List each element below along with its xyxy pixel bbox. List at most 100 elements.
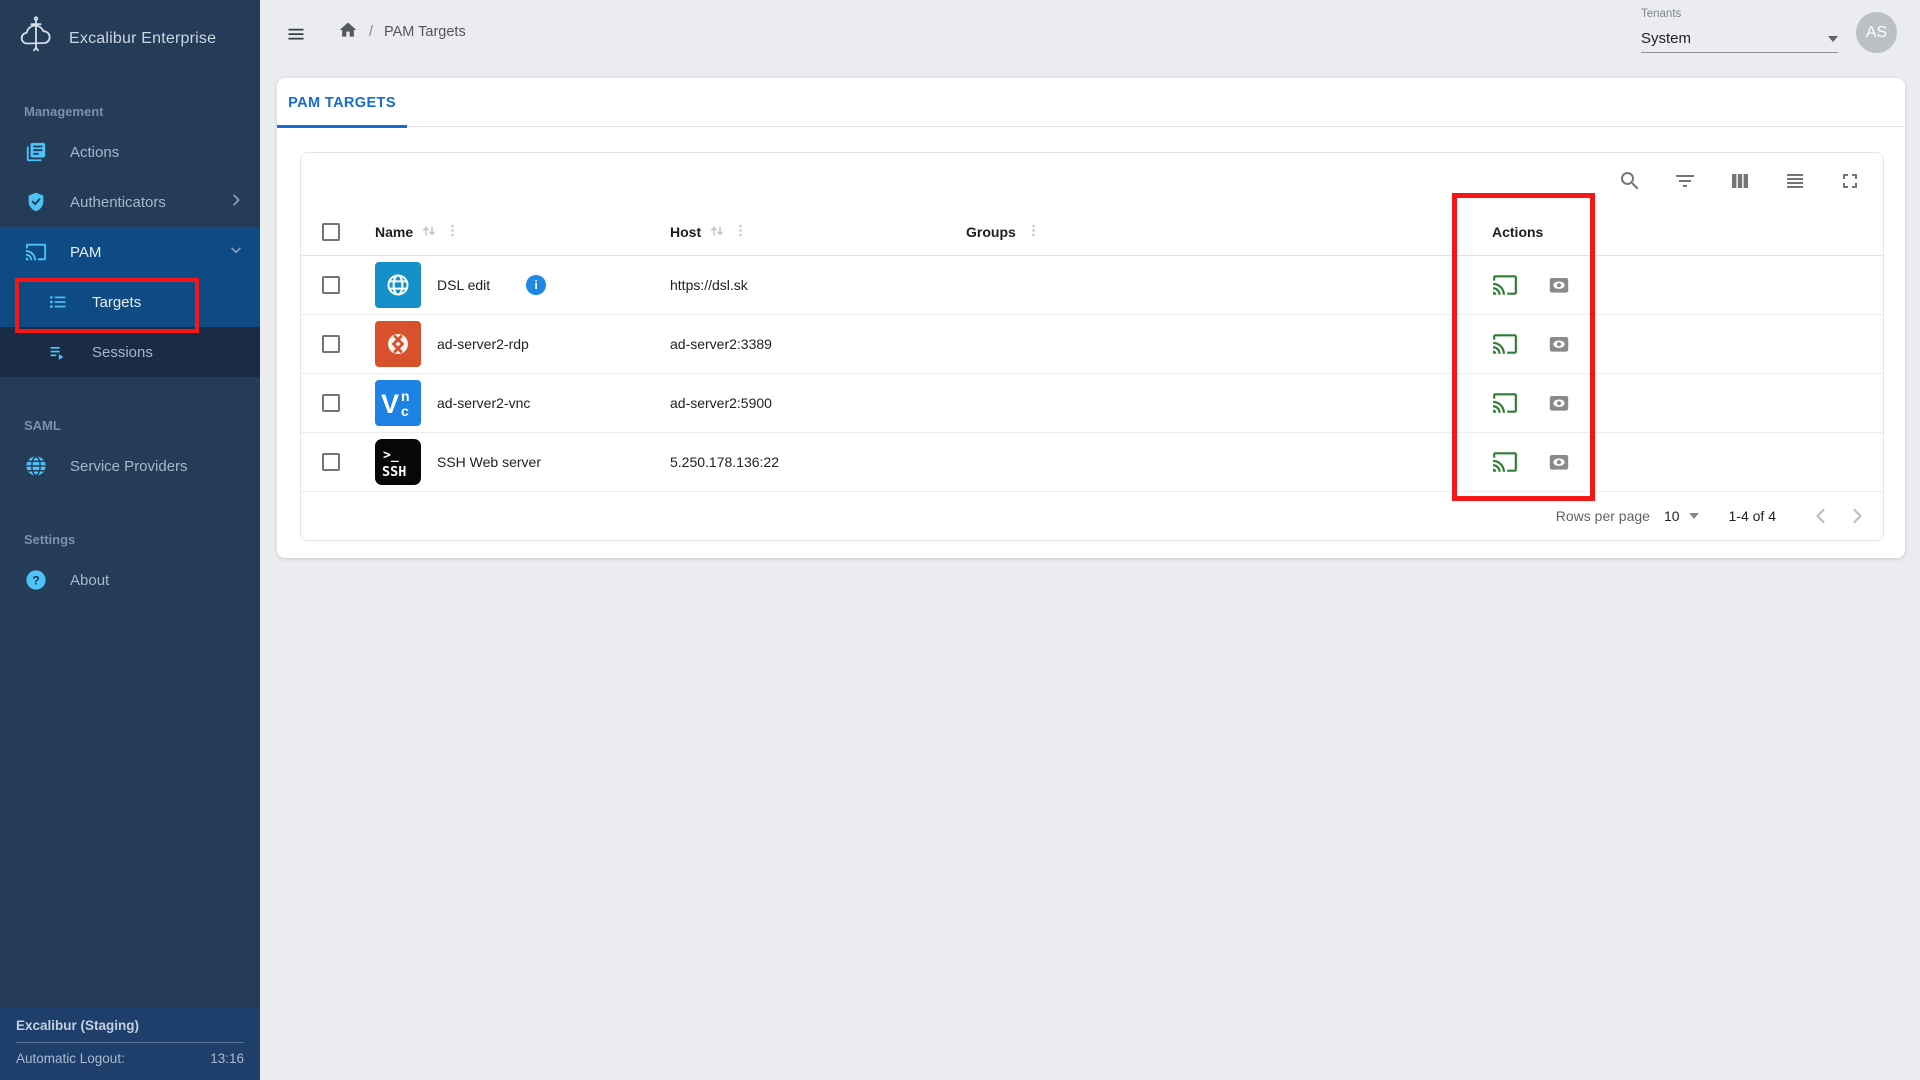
sidebar-item-service-providers[interactable]: Service Providers: [0, 441, 260, 491]
breadcrumb-separator: /: [369, 24, 373, 40]
row-checkbox[interactable]: [322, 276, 340, 294]
svg-text:c: c: [401, 403, 409, 419]
table-header-row: Name Host: [301, 209, 1883, 256]
svg-text:n: n: [401, 388, 410, 404]
column-menu-icon[interactable]: [733, 223, 748, 241]
highlight-box-targets: [15, 278, 199, 333]
select-caret-icon: [1828, 36, 1838, 42]
cast-icon: [24, 240, 48, 264]
target-host: ad-server2:5900: [670, 395, 772, 411]
sidebar-item-about[interactable]: ? About: [0, 555, 260, 605]
section-label-settings: Settings: [24, 531, 260, 549]
target-host: ad-server2:3389: [670, 336, 772, 352]
section-label-management: Management: [24, 103, 260, 121]
previous-page-icon[interactable]: [1809, 504, 1833, 528]
tab-active-underline: [277, 125, 407, 128]
sidebar-item-pam[interactable]: PAM: [0, 227, 260, 277]
tenant-select[interactable]: System: [1641, 25, 1838, 53]
select-caret-icon: [1689, 513, 1699, 519]
actions-icon: [24, 140, 48, 164]
target-host: https://dsl.sk: [670, 277, 748, 293]
sidebar: Excalibur Enterprise Management Actions …: [0, 0, 260, 1080]
density-icon[interactable]: [1783, 169, 1807, 193]
tab-strip: PAM TARGETS: [277, 78, 1905, 127]
excalibur-logo-icon: [15, 16, 57, 61]
column-menu-icon[interactable]: [1026, 223, 1041, 241]
main-area: / PAM Targets Tenants System AS PAM TARG…: [260, 0, 1920, 1080]
sidebar-footer: Excalibur (Staging) Automatic Logout: 13…: [0, 1007, 260, 1080]
sidebar-item-label: Authenticators: [70, 194, 206, 211]
table-row: ad-server2-rdp ad-server2:3389: [301, 315, 1883, 374]
globe-icon: [24, 454, 48, 478]
footer-divider: [16, 1042, 244, 1043]
search-icon[interactable]: [1618, 169, 1642, 193]
menu-hamburger-icon[interactable]: [286, 25, 306, 48]
tenants-label: Tenants: [1641, 8, 1681, 20]
help-icon: ?: [24, 568, 48, 592]
rows-per-page-select[interactable]: 10: [1664, 508, 1699, 524]
sidebar-item-label: Service Providers: [70, 458, 244, 475]
vnc-target-icon: Vnc: [375, 380, 421, 426]
tenant-selected-value: System: [1641, 30, 1691, 47]
row-checkbox[interactable]: [322, 394, 340, 412]
svg-text:?: ?: [32, 573, 40, 587]
chevron-right-icon: [228, 192, 244, 212]
columns-icon[interactable]: [1728, 169, 1752, 193]
info-glyph: i: [535, 278, 538, 292]
sidebar-item-label: Sessions: [92, 344, 244, 361]
playlist-play-icon: [46, 340, 70, 364]
column-header-host: Host: [670, 224, 701, 240]
next-page-icon[interactable]: [1845, 504, 1869, 528]
target-name: SSH Web server: [437, 454, 541, 470]
column-header-groups: Groups: [966, 224, 1016, 240]
select-all-checkbox[interactable]: [322, 223, 340, 241]
pagination-bar: Rows per page 10 1-4 of 4: [301, 492, 1883, 540]
avatar[interactable]: AS: [1856, 12, 1897, 53]
sidebar-item-label: PAM: [70, 244, 206, 261]
target-name: DSL edit: [437, 277, 490, 293]
filter-icon[interactable]: [1673, 169, 1697, 193]
sidebar-item-actions[interactable]: Actions: [0, 127, 260, 177]
svg-text:V: V: [381, 389, 399, 419]
rdp-target-icon: [375, 321, 421, 367]
shield-check-icon: [24, 190, 48, 214]
target-name: ad-server2-vnc: [437, 395, 530, 411]
table-row: >_SSH SSH Web server 5.250.178.136:22: [301, 433, 1883, 492]
rows-per-page-label: Rows per page: [1556, 508, 1650, 524]
fullscreen-icon[interactable]: [1838, 169, 1862, 193]
sidebar-item-label: Actions: [70, 144, 244, 161]
sidebar-item-authenticators[interactable]: Authenticators: [0, 177, 260, 227]
section-label-saml: SAML: [24, 417, 260, 435]
row-checkbox[interactable]: [322, 453, 340, 471]
pagination-range: 1-4 of 4: [1729, 508, 1776, 524]
sidebar-item-label: About: [70, 572, 244, 589]
brand: Excalibur Enterprise: [0, 0, 260, 73]
avatar-initials: AS: [1866, 24, 1887, 42]
target-host: 5.250.178.136:22: [670, 454, 779, 470]
target-name: ad-server2-rdp: [437, 336, 529, 352]
ssh-target-icon: >_SSH: [375, 439, 421, 485]
sidebar-item-sessions[interactable]: Sessions: [0, 327, 260, 377]
chevron-down-icon: [228, 242, 244, 262]
tab-label: PAM TARGETS: [288, 95, 396, 111]
content-card: PAM TARGETS: [277, 78, 1905, 558]
table-toolbar: [301, 153, 1883, 209]
info-icon[interactable]: i: [526, 275, 546, 295]
highlight-box-actions: [1452, 193, 1595, 501]
brand-name: Excalibur Enterprise: [69, 30, 216, 48]
sort-icon[interactable]: [421, 223, 437, 242]
breadcrumb: / PAM Targets: [338, 0, 466, 64]
web-target-icon: [375, 262, 421, 308]
sort-icon[interactable]: [709, 223, 725, 242]
home-icon[interactable]: [338, 20, 358, 44]
column-header-name: Name: [375, 224, 413, 240]
column-menu-icon[interactable]: [445, 223, 460, 241]
row-checkbox[interactable]: [322, 335, 340, 353]
auto-logout-timer: 13:16: [210, 1051, 244, 1066]
rows-per-page-value: 10: [1664, 508, 1680, 524]
svg-text:SSH: SSH: [382, 464, 406, 480]
table-row: DSL edit i https://dsl.sk: [301, 256, 1883, 315]
tab-pam-targets[interactable]: PAM TARGETS: [277, 78, 407, 127]
auto-logout-label: Automatic Logout:: [16, 1051, 125, 1066]
svg-text:>_: >_: [383, 448, 399, 463]
